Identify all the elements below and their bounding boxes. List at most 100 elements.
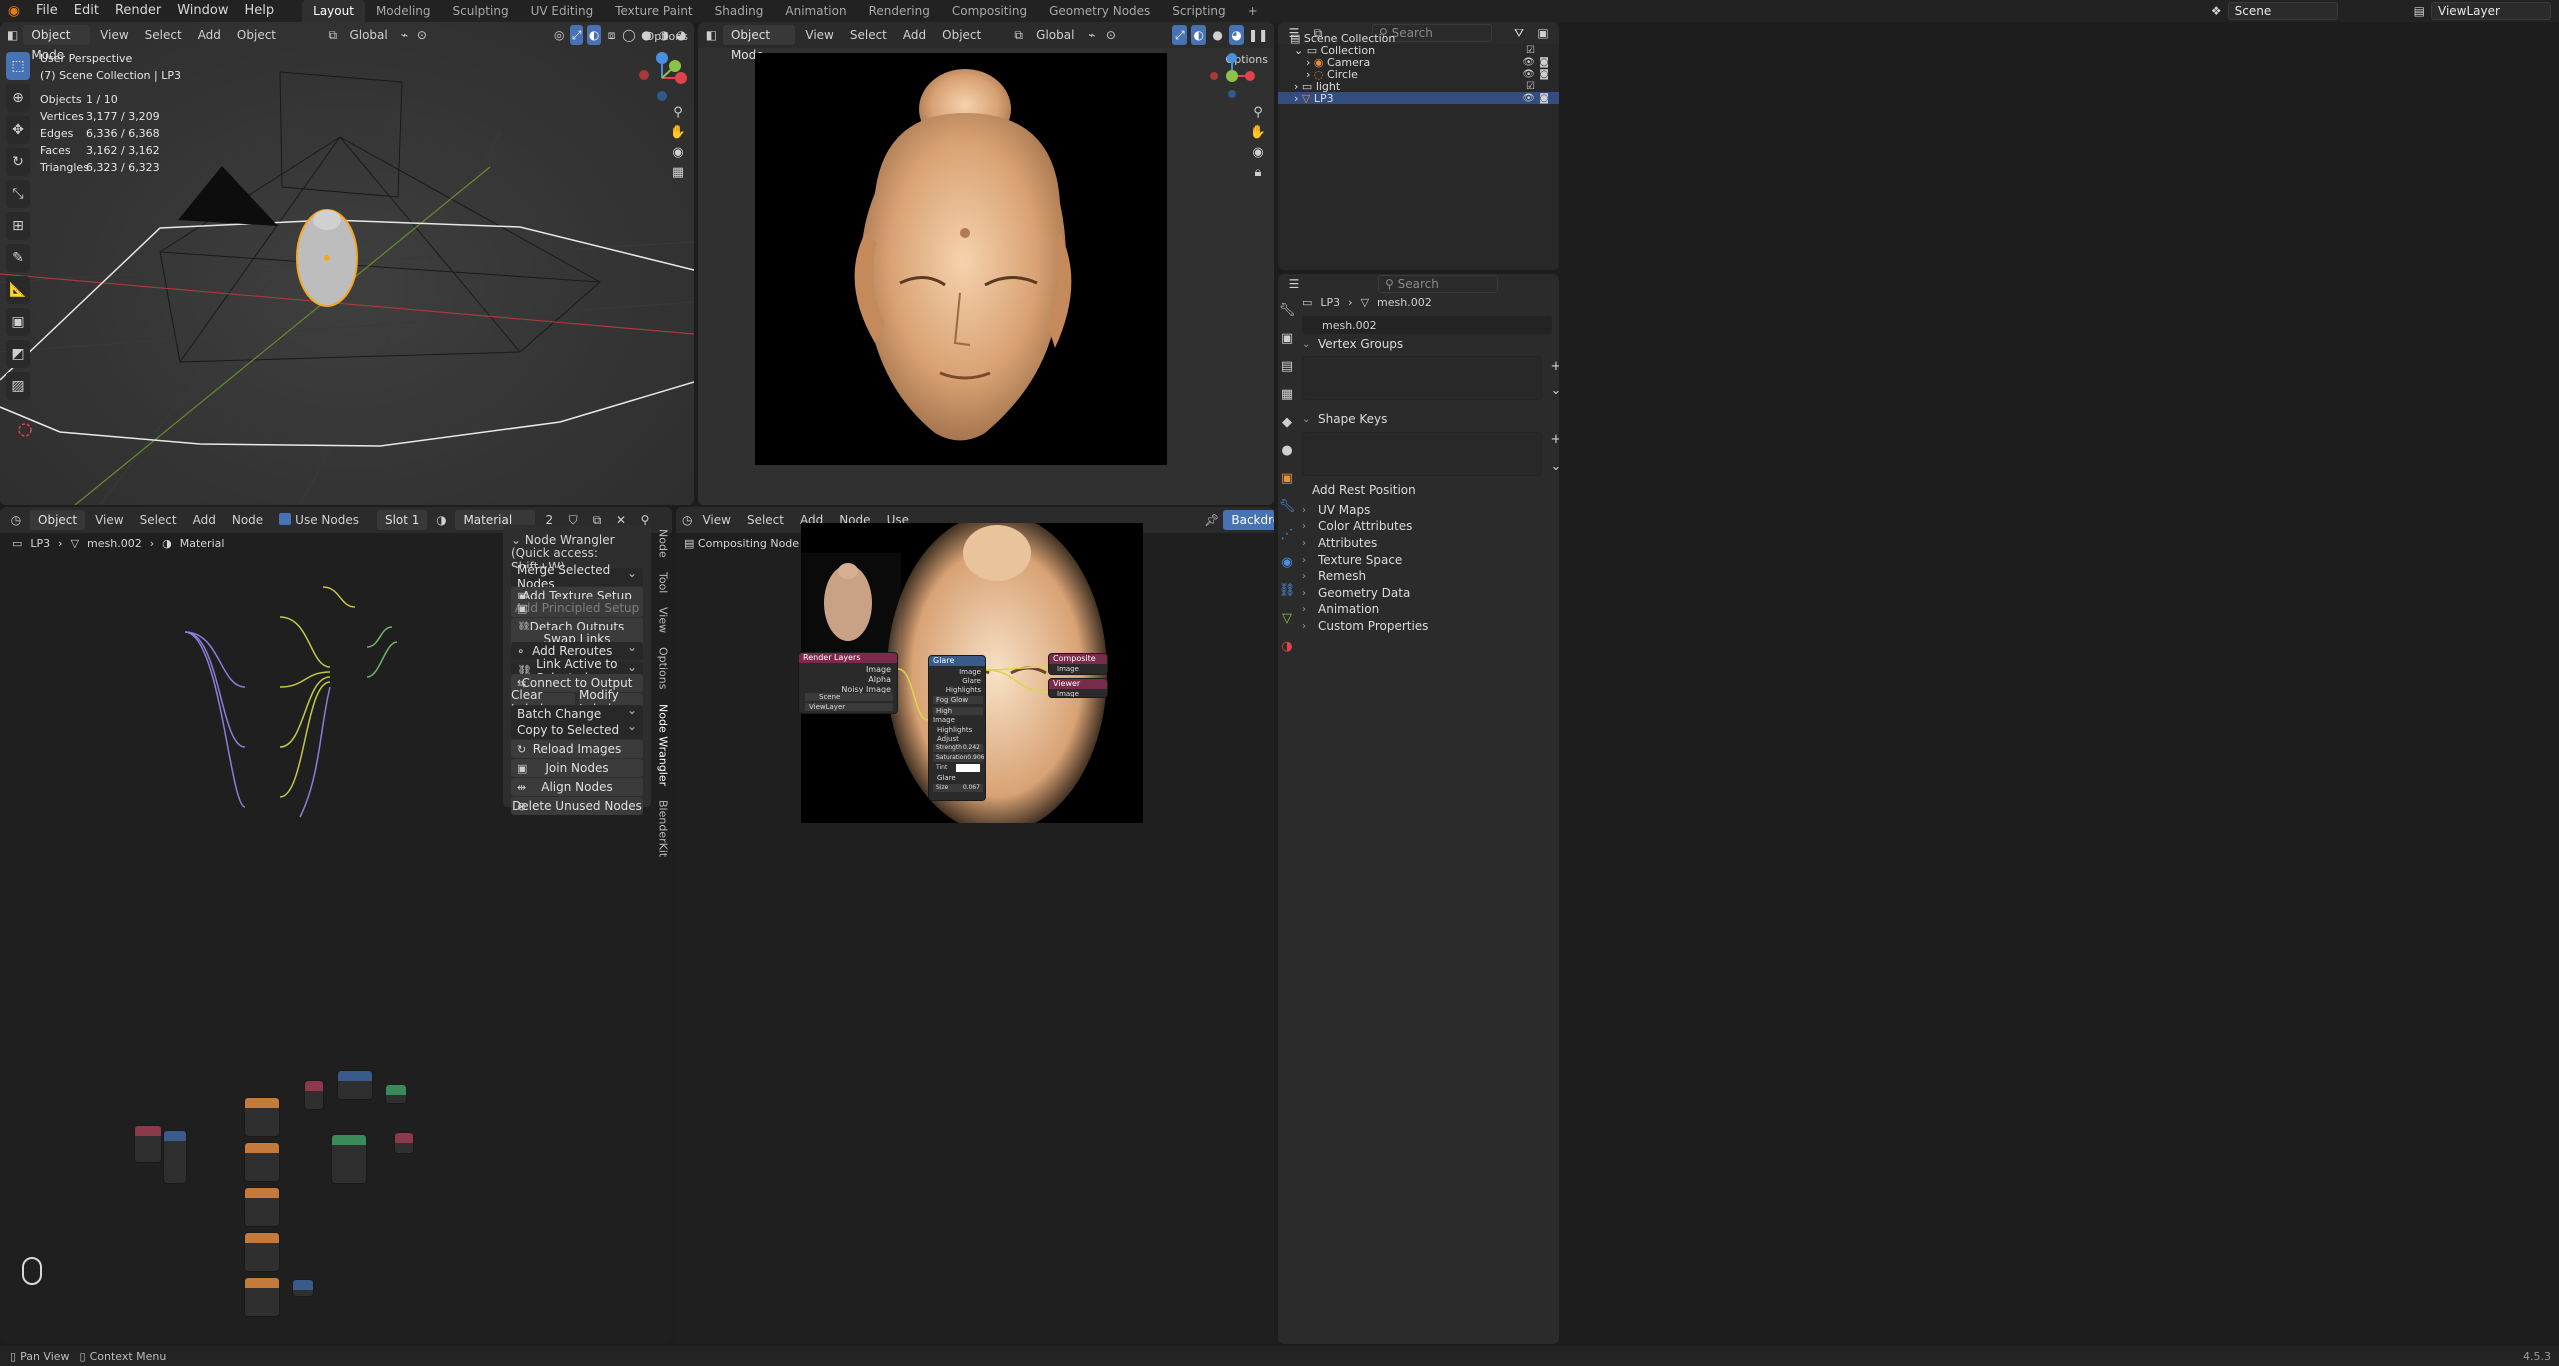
eye-icon[interactable]: 👁︎ bbox=[1522, 57, 1535, 68]
image-texture-node-5[interactable] bbox=[244, 1277, 280, 1317]
tab-blenderkit[interactable]: BlenderKit bbox=[657, 800, 670, 857]
shape-keys-list[interactable] bbox=[1302, 432, 1542, 476]
tab-node[interactable]: Node bbox=[657, 529, 670, 558]
camera-view-icon[interactable]: ◉ bbox=[1248, 142, 1268, 162]
lock-icon[interactable]: 🔒︎ bbox=[1248, 162, 1268, 182]
menu-file[interactable]: File bbox=[28, 0, 66, 22]
outliner-row-collection[interactable]: ⌄ ▭ Collection ☑ bbox=[1278, 44, 1559, 57]
bump-node[interactable] bbox=[292, 1279, 314, 1297]
reload-images-button[interactable]: ↻ Reload Images bbox=[511, 740, 643, 758]
copy-to-selected-dropdown[interactable]: Copy to Selected bbox=[511, 719, 643, 739]
mesh-data-name-field[interactable]: mesh.002 bbox=[1302, 316, 1552, 334]
tab-node-wrangler[interactable]: Node Wrangler bbox=[657, 704, 670, 786]
zoom-icon[interactable]: ⚲ bbox=[668, 102, 688, 122]
use-nodes-checkbox[interactable]: Use Nodes bbox=[273, 510, 365, 530]
tab-scripting[interactable]: Scripting bbox=[1161, 0, 1236, 22]
panel-custom-properties[interactable]: › Custom Properties bbox=[1302, 616, 1549, 636]
menu-view[interactable]: View bbox=[89, 510, 129, 530]
camera-view-icon[interactable]: ◉ bbox=[668, 142, 688, 162]
add-rest-position-button[interactable]: Add Rest Position bbox=[1312, 480, 1549, 500]
tab-layout[interactable]: Layout bbox=[302, 0, 365, 22]
tab-uv-editing[interactable]: UV Editing bbox=[520, 0, 605, 22]
view-layer-field[interactable]: ViewLayer bbox=[2431, 2, 2551, 20]
orientation-dropdown[interactable]: Global bbox=[1030, 25, 1080, 45]
expand-chevron-icon[interactable]: › bbox=[1294, 92, 1298, 105]
viewport-3d[interactable]: ◧ Object Mode View Select Add Object ⧉ G… bbox=[0, 22, 694, 505]
gizmo-toggle-icon[interactable]: ⤢ bbox=[1172, 25, 1188, 45]
tab-geometry-nodes[interactable]: Geometry Nodes bbox=[1038, 0, 1161, 22]
vertex-groups-panel[interactable]: ⌄ Vertex Groups bbox=[1302, 334, 1549, 354]
shape-key-menu-icon[interactable]: ⌄ bbox=[1546, 456, 1559, 476]
output-tab-icon[interactable]: ▤ bbox=[1278, 356, 1297, 376]
overlay-toggle-icon[interactable]: ◐ bbox=[1191, 25, 1207, 45]
breadcrumb-object[interactable]: LP3 bbox=[1320, 296, 1340, 309]
menu-edit[interactable]: Edit bbox=[66, 0, 107, 22]
menu-node[interactable]: Node bbox=[226, 510, 269, 530]
physics-tab-icon[interactable]: ◉ bbox=[1278, 552, 1297, 572]
annotate-tool-icon[interactable]: ✎ bbox=[6, 244, 30, 272]
image-texture-node-4[interactable] bbox=[244, 1232, 280, 1272]
shape-keys-panel[interactable]: ⌄ Shape Keys bbox=[1302, 409, 1549, 429]
breadcrumb-mesh[interactable]: mesh.002 bbox=[1377, 296, 1432, 309]
mapping-node[interactable] bbox=[163, 1130, 187, 1184]
object-tab-icon[interactable]: ▣ bbox=[1278, 468, 1297, 488]
transform-tool-icon[interactable]: ⊞ bbox=[6, 212, 30, 240]
tab-sculpting[interactable]: Sculpting bbox=[442, 0, 520, 22]
menu-add[interactable]: Add bbox=[897, 25, 932, 45]
join-nodes-button[interactable]: ▣ Join Nodes bbox=[511, 759, 643, 777]
copy-icon[interactable]: ⧉ bbox=[1011, 25, 1026, 45]
pause-icon[interactable]: ❚❚ bbox=[1248, 25, 1268, 45]
outliner-row-camera[interactable]: › ◉ Camera 👁︎ ◙ bbox=[1278, 56, 1559, 69]
menu-select[interactable]: Select bbox=[844, 25, 893, 45]
principled-bsdf-node[interactable] bbox=[331, 1134, 367, 1184]
modifiers-tab-icon[interactable]: 🔧︎ bbox=[1278, 496, 1297, 516]
color-ramp-node[interactable] bbox=[304, 1080, 324, 1110]
select-box-tool-icon[interactable]: ⬚ bbox=[6, 52, 30, 80]
image-texture-node-1[interactable] bbox=[244, 1097, 280, 1137]
tab-compositing[interactable]: Compositing bbox=[941, 0, 1038, 22]
outliner-row-circle[interactable]: › ◌ Circle 👁︎ ◙ bbox=[1278, 68, 1559, 81]
rotate-tool-icon[interactable]: ↻ bbox=[6, 148, 30, 176]
tool-tab-icon[interactable]: 🔧︎ bbox=[1278, 300, 1297, 320]
render-camera-icon[interactable]: ◙ bbox=[1539, 57, 1549, 68]
camera-render-viewport[interactable]: ◧ Object Mode View Select Add Object ⧉ G… bbox=[698, 22, 1274, 505]
menu-help[interactable]: Help bbox=[237, 0, 283, 22]
shader-type-dropdown[interactable]: Object bbox=[30, 510, 86, 530]
measure-tool-icon[interactable]: 📐 bbox=[6, 276, 30, 304]
editor-type-icon[interactable]: ☰ bbox=[1284, 274, 1304, 294]
add-principled-setup-button[interactable]: ▣ Add Principled Setup bbox=[511, 599, 643, 617]
pan-hand-icon[interactable]: ✋ bbox=[668, 122, 688, 142]
material-tab-icon[interactable]: ◑ bbox=[1278, 636, 1297, 656]
menu-select[interactable]: Select bbox=[134, 510, 183, 530]
material-output-node[interactable] bbox=[394, 1132, 414, 1154]
align-nodes-button[interactable]: ⇹ Align Nodes bbox=[511, 778, 643, 796]
add-vertex-group-icon[interactable]: + bbox=[1546, 356, 1559, 376]
render-navigation-gizmo[interactable] bbox=[1202, 52, 1262, 102]
constraints-tab-icon[interactable]: ⛓ bbox=[1278, 580, 1297, 600]
compositor-editor[interactable]: ◷ View Select Add Node Use Nodes 📌︎ Back… bbox=[676, 507, 1274, 1344]
scale-tool-icon[interactable]: ⤡ bbox=[6, 180, 30, 208]
tab-texture-paint[interactable]: Texture Paint bbox=[604, 0, 703, 22]
editor-type-icon[interactable]: ◧ bbox=[704, 25, 719, 45]
image-texture-node-2[interactable] bbox=[244, 1142, 280, 1182]
zoom-icon[interactable]: ⚲ bbox=[1248, 102, 1268, 122]
pan-hand-icon[interactable]: ✋ bbox=[1248, 122, 1268, 142]
merge-selected-dropdown[interactable]: Merge Selected Nodes bbox=[511, 563, 643, 591]
vertex-groups-list[interactable] bbox=[1302, 356, 1542, 400]
texture-coordinate-node[interactable] bbox=[134, 1125, 162, 1163]
tab-shading[interactable]: Shading bbox=[704, 0, 775, 22]
menu-add[interactable]: Add bbox=[187, 510, 222, 530]
tab-animation[interactable]: Animation bbox=[774, 0, 857, 22]
add-cube-tool-icon[interactable]: ▣ bbox=[6, 308, 30, 336]
render-camera-icon[interactable]: ◙ bbox=[1539, 69, 1549, 80]
delete-unused-nodes-button[interactable]: ⊗ Delete Unused Nodes bbox=[511, 797, 643, 815]
tab-rendering[interactable]: Rendering bbox=[858, 0, 941, 22]
exclude-checkbox[interactable]: ☑ bbox=[1526, 45, 1535, 56]
mode-dropdown[interactable]: Object Mode bbox=[722, 25, 796, 62]
blender-logo-icon[interactable]: ◉ bbox=[0, 3, 28, 19]
snap-icon[interactable]: ⌁ bbox=[1084, 25, 1099, 45]
menu-view[interactable]: View bbox=[799, 25, 839, 45]
tab-modeling[interactable]: Modeling bbox=[365, 0, 442, 22]
shear-tool-icon[interactable]: ◩ bbox=[6, 340, 30, 368]
editor-type-icon[interactable]: ◷ bbox=[6, 510, 26, 530]
